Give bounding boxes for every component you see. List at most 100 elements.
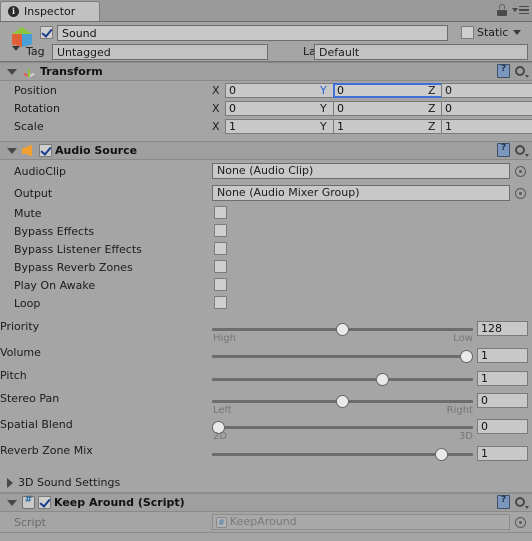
keep-around-enabled-checkbox[interactable] — [38, 496, 51, 509]
inspector-tabbar: i Inspector — [0, 0, 532, 22]
lock-icon[interactable] — [497, 4, 507, 16]
keep-around-title: Keep Around (Script) — [54, 496, 185, 509]
component-header-audio-source[interactable]: Audio Source — [0, 141, 532, 160]
gameobject-enabled-checkbox[interactable] — [40, 26, 53, 42]
output-object-field[interactable]: None (Audio Mixer Group) — [212, 185, 510, 201]
loop-label: Loop — [14, 297, 41, 310]
play-on-awake-label: Play On Awake — [14, 279, 96, 292]
3d-sound-settings-foldout-icon[interactable] — [7, 477, 13, 488]
audioclip-label: AudioClip — [14, 165, 67, 178]
stereo-pan-label: Stereo Pan — [0, 392, 60, 405]
keep-around-foldout-icon[interactable] — [7, 499, 17, 506]
priority-label: Priority — [0, 320, 40, 333]
volume-slider-knob[interactable] — [460, 350, 473, 363]
stereo-pan-slider-knob[interactable] — [336, 395, 349, 408]
gameobject-name-input[interactable]: Sound — [57, 25, 448, 41]
priority-left-label: High — [213, 333, 236, 344]
help-icon[interactable] — [497, 64, 510, 78]
pitch-value-input[interactable]: 1 — [477, 371, 528, 386]
output-row: Output None (Audio Mixer Group) — [0, 182, 532, 204]
hamburger-menu-icon[interactable] — [512, 5, 529, 16]
scale-z-input[interactable]: 1 — [441, 119, 532, 134]
volume-value-input[interactable]: 1 — [477, 348, 528, 363]
reverb-zone-mix-value-input[interactable]: 1 — [477, 446, 528, 461]
layer-dropdown[interactable]: Default — [314, 44, 528, 60]
position-x-axis-label: X — [212, 84, 220, 97]
reverb-zone-mix-slider-knob[interactable] — [435, 448, 449, 461]
toggles-slider-spacer — [0, 312, 532, 320]
priority-right-label: Low — [453, 333, 473, 344]
position-z-input[interactable]: 0 — [441, 83, 532, 98]
stereo-pan-slider[interactable] — [212, 395, 473, 408]
gear-icon[interactable] — [514, 65, 529, 78]
script-row: Script KeepAround — [0, 512, 532, 532]
volume-slider[interactable] — [212, 350, 473, 363]
priority-slider[interactable] — [212, 323, 473, 336]
spatial-blend-slider[interactable] — [212, 421, 473, 434]
bypass-listener-effects-checkbox[interactable] — [214, 242, 227, 258]
audioclip-object-field[interactable]: None (Audio Clip) — [212, 163, 510, 179]
gear-icon[interactable] — [514, 144, 529, 157]
position-z-axis-label: Z — [428, 84, 436, 97]
mute-checkbox[interactable] — [214, 206, 227, 222]
loop-row: Loop — [0, 294, 532, 312]
transform-row-rotation: Rotation X 0 Y 0 Z 0 — [0, 99, 532, 117]
reverb-zone-mix-slider[interactable] — [212, 448, 473, 461]
script-mini-icon — [216, 516, 227, 530]
help-icon[interactable] — [497, 495, 510, 509]
play-on-awake-checkbox[interactable] — [214, 278, 227, 294]
reverb-zone-mix-row: Reverb Zone Mix 1 — [0, 444, 532, 467]
rotation-label: Rotation — [14, 102, 61, 115]
bypass-reverb-zones-checkbox[interactable] — [214, 260, 227, 276]
pitch-label: Pitch — [0, 369, 27, 382]
audio-source-enabled-checkbox[interactable] — [39, 144, 52, 157]
priority-value-input[interactable]: 128 — [477, 321, 528, 336]
rotation-z-input[interactable]: 0 — [441, 101, 532, 116]
bypass-reverb-zones-row: Bypass Reverb Zones — [0, 258, 532, 276]
audio-source-body: AudioClip None (Audio Clip) Output None … — [0, 160, 532, 493]
tag-dropdown[interactable]: Untagged — [52, 44, 268, 60]
static-checkbox[interactable] — [461, 26, 474, 39]
3d-sound-settings-foldout[interactable]: 3D Sound Settings — [0, 473, 532, 493]
component-header-transform[interactable]: Transform — [0, 62, 532, 81]
inspector-panel: i Inspector Sound Static Tag Untagged De… — [0, 0, 532, 541]
play-on-awake-row: Play On Awake — [0, 276, 532, 294]
stereo-pan-value-input[interactable]: 0 — [477, 393, 528, 408]
audio-source-header-buttons — [497, 143, 529, 157]
position-y-axis-label: Y — [320, 84, 327, 97]
transform-foldout-icon[interactable] — [7, 68, 17, 75]
pitch-slider[interactable] — [212, 373, 473, 386]
tab-inspector-label: Inspector — [24, 5, 76, 18]
transform-row-position: Position X 0 Y 0 Z 0 — [0, 81, 532, 99]
mute-label: Mute — [14, 207, 42, 220]
audio-source-foldout-icon[interactable] — [7, 147, 17, 154]
bypass-effects-label: Bypass Effects — [14, 225, 95, 238]
script-object-field-value: KeepAround — [230, 515, 297, 528]
tab-inspector[interactable]: i Inspector — [0, 1, 100, 21]
audioclip-object-picker-icon[interactable] — [515, 166, 526, 177]
tag-label: Tag — [26, 45, 45, 58]
audio-source-title: Audio Source — [55, 144, 138, 157]
help-icon[interactable] — [497, 143, 510, 157]
bypass-effects-checkbox[interactable] — [214, 224, 227, 240]
bypass-listener-effects-row: Bypass Listener Effects — [0, 240, 532, 258]
pitch-slider-knob[interactable] — [375, 373, 389, 386]
output-object-picker-icon[interactable] — [515, 188, 526, 199]
static-dropdown-icon[interactable] — [513, 30, 522, 35]
mute-row: Mute — [0, 204, 532, 222]
static-toggle[interactable]: Static — [461, 26, 522, 39]
rotation-x-axis-label: X — [212, 102, 220, 115]
loop-checkbox[interactable] — [214, 296, 227, 312]
spatial-blend-value-input[interactable]: 0 — [477, 419, 528, 434]
keep-around-header-buttons — [497, 495, 529, 509]
script-object-field: KeepAround — [212, 514, 510, 530]
script-object-picker-icon[interactable] — [515, 517, 526, 528]
component-header-keep-around[interactable]: Keep Around (Script) — [0, 493, 532, 512]
stereo-pan-left-label: Left — [213, 405, 232, 416]
gear-icon[interactable] — [514, 496, 529, 509]
gameobject-header: Sound Static Tag Untagged Layer Default — [0, 22, 532, 62]
priority-slider-knob[interactable] — [336, 323, 349, 336]
spatial-blend-right-label: 3D — [458, 431, 473, 442]
scale-x-axis-label: X — [212, 120, 220, 133]
reverb-zone-mix-label: Reverb Zone Mix — [0, 444, 93, 457]
